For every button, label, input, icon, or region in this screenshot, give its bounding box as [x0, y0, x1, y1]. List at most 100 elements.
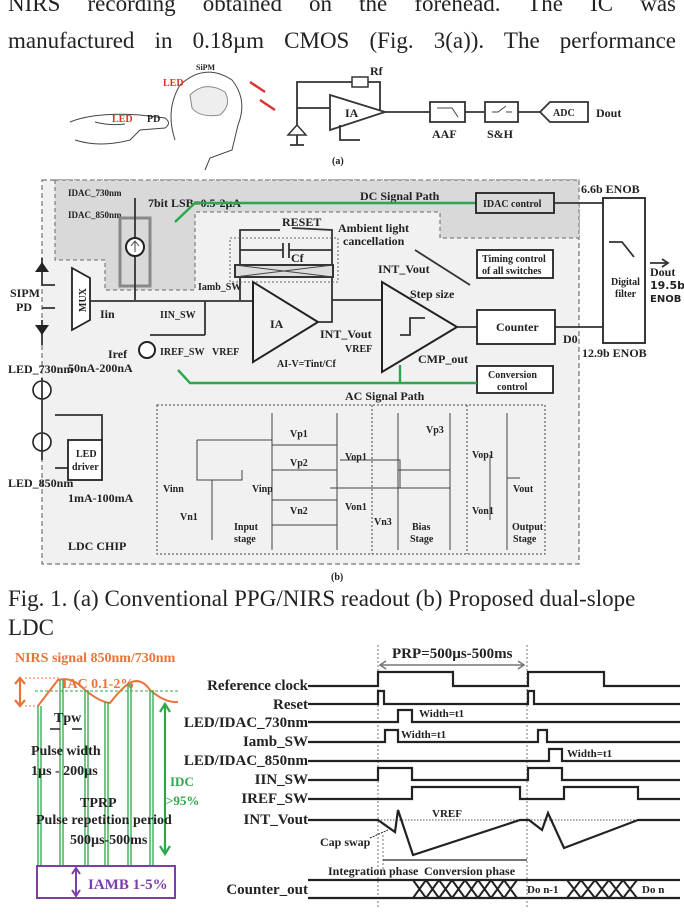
sch-vinp: Vinp — [252, 484, 273, 495]
do-next-label: Do n — [642, 884, 664, 896]
waveform-iref-sw — [308, 785, 680, 801]
signal-label-iin-sw: IIN_SW — [255, 772, 308, 788]
pd-label: PD — [16, 300, 32, 314]
sch-vop1-out: Vop1 — [472, 450, 494, 461]
dc-signal-path-label: DC Signal Path — [360, 189, 440, 203]
sch-bias-stage-1: Bias — [412, 522, 430, 533]
enob-6-6-label: 6.6b ENOB — [581, 182, 640, 196]
sch-input-stage-2: stage — [234, 534, 256, 545]
fig-a-ia: IA — [345, 106, 359, 120]
nirs-signal-illustration: NIRS signal 850nm/730nm IAC 0.1-2% IDC >… — [14, 651, 199, 899]
signal-label-led-730: LED/IDAC_730nm — [184, 715, 309, 731]
light-arrows — [249, 80, 276, 112]
sch-vn1: Vn1 — [180, 512, 198, 523]
led-driver-label-1: LED — [76, 449, 97, 460]
sch-von1: Von1 — [345, 502, 367, 513]
width-730-label: Width=t1 — [419, 708, 464, 720]
integration-phase-label: Integration phase — [328, 864, 419, 878]
iref-range-label: 50nA-200nA — [68, 361, 133, 375]
ldc-chip-label: LDC CHIP — [68, 539, 126, 553]
width-amb-label: Width=t1 — [401, 729, 446, 741]
fig-a-aaf: AAF — [432, 127, 457, 141]
counter-data-hatch-2 — [566, 879, 638, 899]
led-driver-label-2: driver — [72, 462, 99, 473]
signal-label-reference-clock: Reference clock — [207, 678, 309, 694]
figure-1: LED PD SiPM LED Rf IA AAF S&H ADC Dout (… — [8, 63, 684, 908]
waveform-iin-sw — [308, 766, 680, 782]
digital-filter-block — [602, 197, 646, 344]
step-size-label: Step size — [410, 287, 455, 301]
fig-a-adc: ADC — [553, 108, 575, 119]
counter-label: Counter — [496, 320, 539, 334]
vref-ia-label: VREF — [212, 347, 239, 358]
d0-label: D0 — [563, 332, 578, 346]
ia-label: IA — [270, 317, 284, 331]
sipm-label: SIPM — [10, 286, 40, 300]
iamb-label: IAMB 1-5% — [88, 877, 168, 893]
conversion-control-label-2: control — [497, 382, 528, 393]
ambient-label-2: cancellation — [343, 234, 405, 248]
sch-output-stage-2: Stage — [513, 534, 537, 545]
prp-label: Pulse repetition period — [36, 813, 172, 828]
fig-a-sipm: SiPM — [196, 63, 216, 72]
fig-a-sh: S&H — [487, 127, 514, 141]
fig-b-label: (b) — [331, 572, 343, 583]
mux-label: MUX — [78, 287, 89, 312]
fig-b: DC Signal Path IDAC_730nm IDAC_850nm 7bi… — [8, 179, 684, 583]
prp-title: PRP=500µs-500ms — [392, 646, 513, 662]
led-current-label: 1mA-100mA — [68, 491, 134, 505]
vref-cmp-label: VREF — [345, 344, 372, 355]
sch-output-stage-1: Output — [512, 522, 544, 533]
signal-label-led-850: LED/IDAC_850nm — [184, 753, 309, 769]
idac-control-label: IDAC control — [483, 199, 542, 210]
signal-label-reset: Reset — [273, 697, 308, 713]
signal-label-iamb-sw: Iamb_SW — [243, 734, 308, 750]
counter-data-hatch-1 — [412, 879, 518, 899]
idc-label: IDC — [170, 774, 194, 789]
reset-switch-label: RESET — [282, 215, 321, 229]
sch-bias-stage-2: Stage — [410, 534, 434, 545]
fig-a-dout: Dout — [596, 106, 621, 120]
caption-line-2: LDC — [8, 615, 54, 640]
timing-control-label-1: Timing control — [482, 254, 546, 265]
idac-850-label: IDAC_850nm — [68, 210, 122, 220]
int-vout-label: INT_Vout — [320, 327, 372, 341]
sch-vn3: Vn3 — [374, 517, 392, 528]
timing-diagram: PRP=500µs-500ms Reference clock Reset LE… — [184, 645, 680, 908]
sch-vp1: Vp1 — [290, 429, 308, 440]
gain-label: AI-V=Tint/Cf — [277, 359, 337, 370]
dout-enob-2: ENOB — [650, 294, 681, 305]
iin-label: Iin — [100, 307, 115, 321]
fig-a-rf: Rf — [370, 64, 384, 78]
iac-label: IAC 0.1-2% — [62, 677, 134, 692]
waveform-iamb-sw — [308, 728, 680, 744]
iref-sw-label: IREF_SW — [160, 347, 204, 358]
caption-line-1: Fig. 1. (a) Conventional PPG/NIRS readou… — [8, 586, 636, 611]
conversion-control-label-1: Conversion — [488, 370, 537, 381]
ac-signal-path-label: AC Signal Path — [345, 389, 425, 403]
iamb-sw-label: Iamb_SW — [198, 282, 241, 293]
idc-pct-label: >95% — [166, 793, 199, 808]
waveform-led-730 — [308, 708, 680, 724]
tpw-label: Tpw — [54, 711, 82, 726]
signal-label-iref-sw: IREF_SW — [241, 791, 308, 807]
do-prev-label: Do n-1 — [527, 884, 558, 896]
sch-vp3: Vp3 — [426, 425, 444, 436]
iref-current-source — [138, 341, 156, 359]
waveform-reference-clock — [308, 670, 680, 688]
idac-730-label: IDAC_730nm — [68, 188, 122, 198]
fig-a-label: (a) — [332, 156, 344, 167]
sch-input-stage-1: Input — [234, 522, 259, 533]
signal-label-counter-out: Counter_out — [226, 882, 308, 898]
digital-filter-label-1: Digital — [611, 277, 640, 288]
led-850-label: LED_850nm — [8, 476, 73, 490]
dout-label: Dout — [650, 265, 675, 279]
fig-a-led-finger: LED — [112, 114, 133, 125]
sch-vout: Vout — [513, 484, 534, 495]
iin-sw-label: IIN_SW — [160, 310, 196, 321]
led-driver-block — [67, 439, 103, 481]
fig-a: LED PD SiPM LED Rf IA AAF S&H ADC Dout (… — [69, 63, 621, 171]
led-730-label: LED_730nm — [8, 362, 73, 376]
figure-caption: Fig. 1. (a) Conventional PPG/NIRS readou… — [8, 584, 676, 642]
vref-timing-label: VREF — [432, 808, 462, 820]
